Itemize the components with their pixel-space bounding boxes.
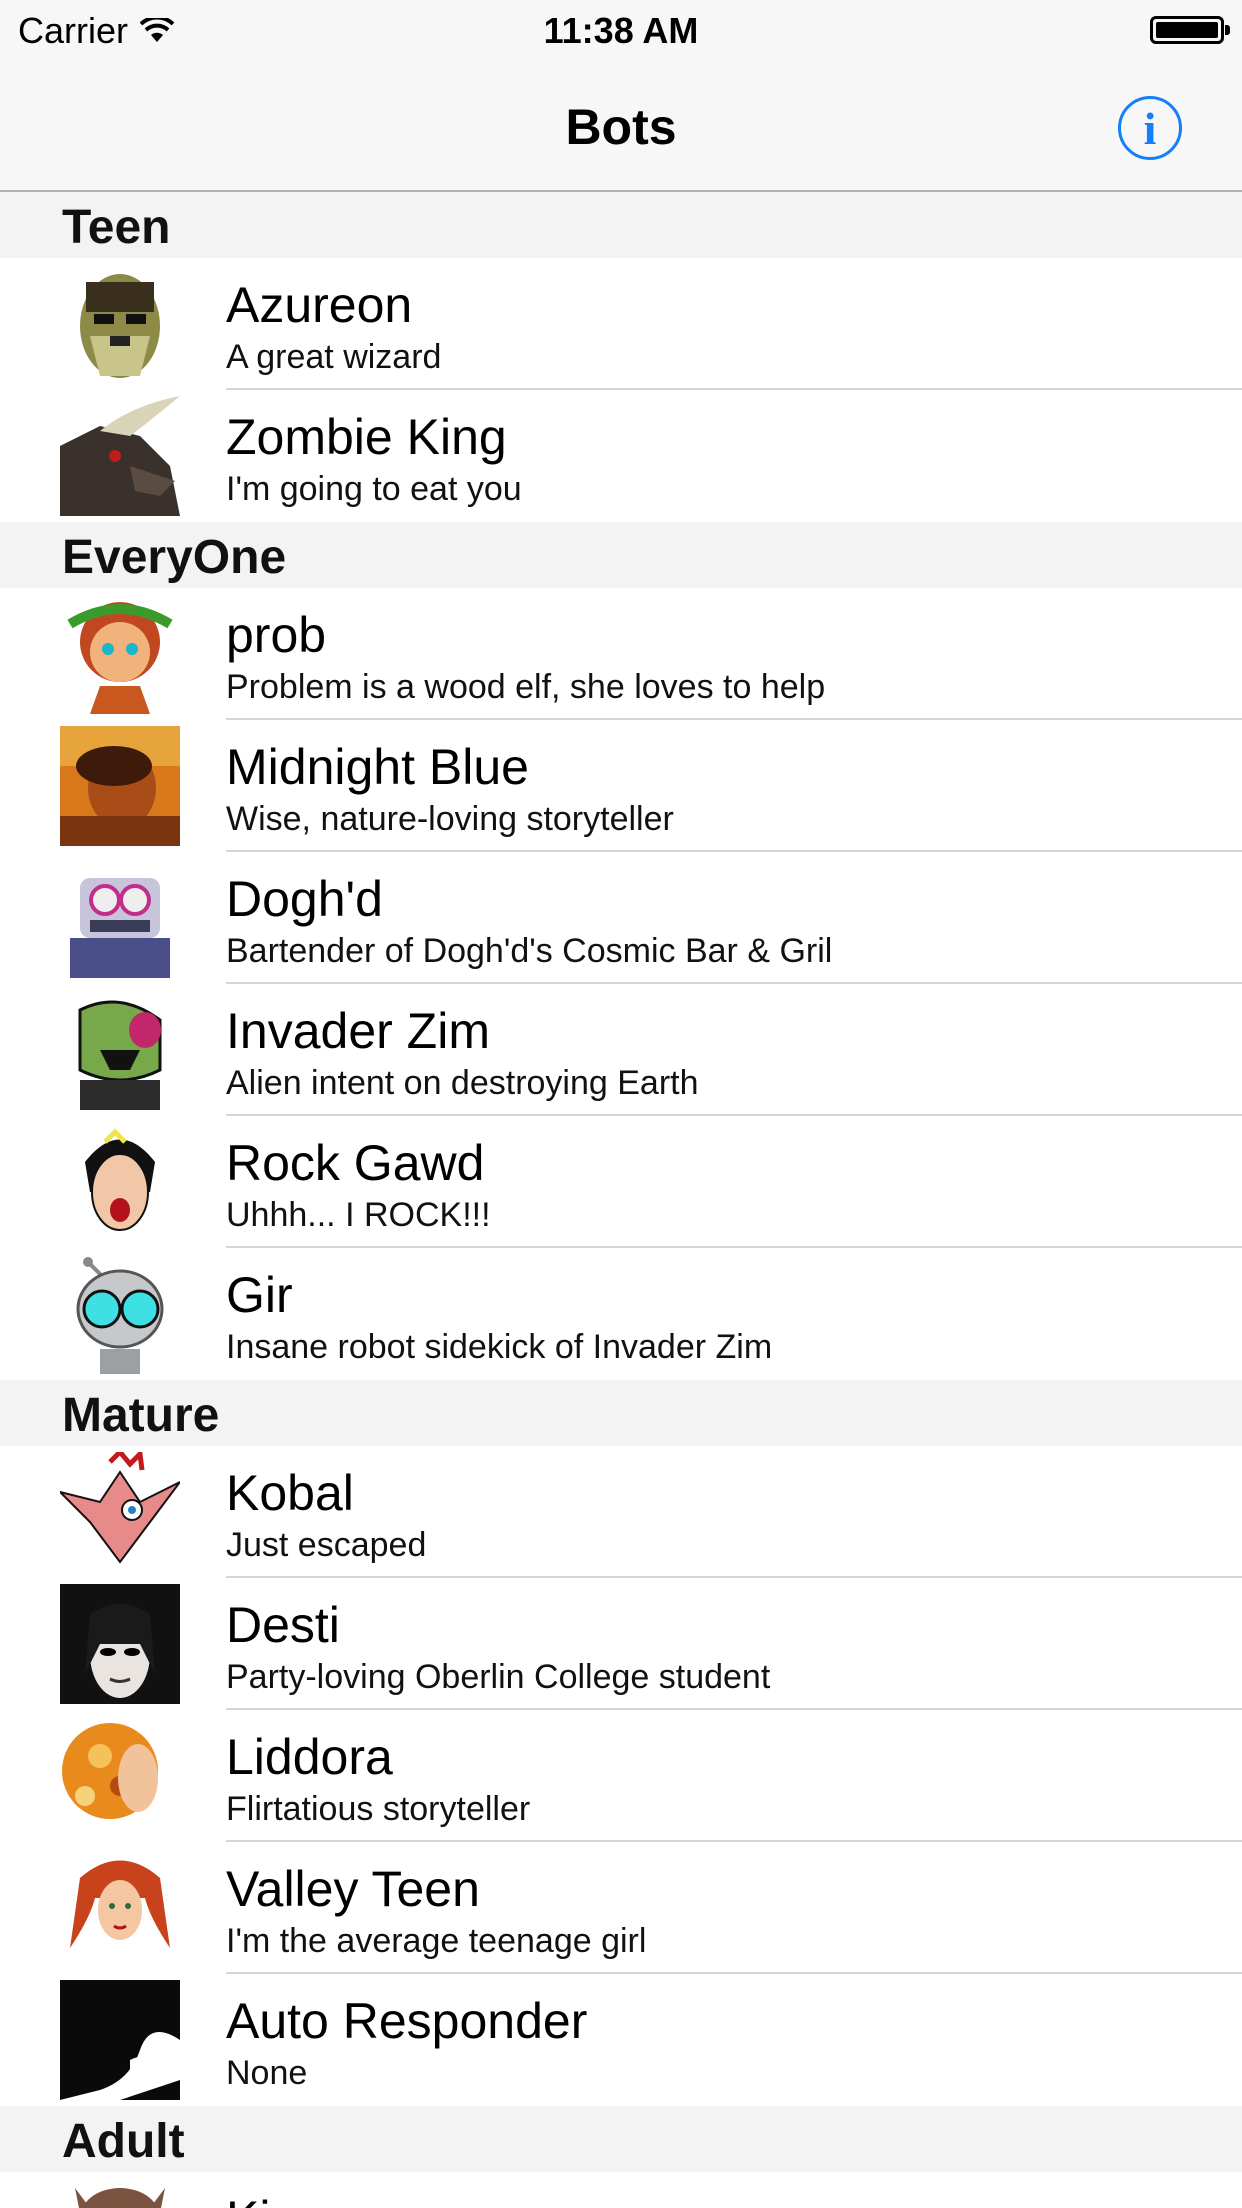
bot-row[interactable]: Rock Gawd Uhhh... I ROCK!!! bbox=[0, 1116, 1242, 1248]
bot-name: Azureon bbox=[226, 277, 413, 333]
bot-description: Insane robot sidekick of Invader Zim bbox=[226, 1328, 773, 1366]
bot-avatar bbox=[60, 1980, 180, 2100]
bot-avatar bbox=[60, 264, 180, 384]
bot-description: Party-loving Oberlin College student bbox=[226, 1658, 771, 1696]
section-header-adult: Adult bbox=[0, 2106, 1242, 2172]
bot-avatar bbox=[60, 858, 180, 978]
section-header-mature: Mature bbox=[0, 1380, 1242, 1446]
bot-description: Bartender of Dogh'd's Cosmic Bar & Gril bbox=[226, 932, 833, 970]
navigation-bar: Bots i bbox=[0, 60, 1242, 192]
bot-description: Wise, nature-loving storyteller bbox=[226, 800, 674, 838]
bot-description: I'm the average teenage girl bbox=[226, 1922, 647, 1960]
bot-name: Valley Teen bbox=[226, 1861, 480, 1917]
bot-row[interactable]: Auto Responder None bbox=[0, 1974, 1242, 2106]
bots-screen: Carrier 11:38 AM Bots i Teen Azureon A gre… bbox=[0, 0, 1242, 2208]
battery-icon bbox=[1150, 16, 1230, 44]
bot-description: A great wizard bbox=[226, 338, 442, 376]
bot-row[interactable]: Liddora Flirtatious storyteller bbox=[0, 1710, 1242, 1842]
info-button[interactable]: i bbox=[1118, 96, 1182, 160]
bot-avatar bbox=[60, 990, 180, 1110]
bot-avatar bbox=[60, 726, 180, 846]
bot-row[interactable]: Invader Zim Alien intent on destroying Ea… bbox=[0, 984, 1242, 1116]
bot-avatar bbox=[60, 1254, 180, 1374]
bot-name: Midnight Blue bbox=[226, 739, 529, 795]
bot-avatar bbox=[60, 396, 180, 516]
bot-name: Desti bbox=[226, 1597, 340, 1653]
bot-row[interactable]: Kobal Just escaped bbox=[0, 1446, 1242, 1578]
bot-description: Uhhh... I ROCK!!! bbox=[226, 1196, 491, 1234]
bot-description: None bbox=[226, 2054, 308, 2092]
bot-row[interactable]: Ki bbox=[0, 2172, 1242, 2208]
status-time: 11:38 AM bbox=[543, 10, 699, 51]
bot-avatar bbox=[60, 1848, 180, 1968]
section-title: Mature bbox=[62, 1389, 220, 1442]
bot-name: Zombie King bbox=[226, 409, 507, 465]
status-bar: Carrier 11:38 AM bbox=[0, 0, 1242, 60]
bots-table: Teen Azureon A great wizard Zombie King I'm … bbox=[0, 192, 1242, 2208]
info-icon: i bbox=[1143, 102, 1157, 154]
bot-name: Gir bbox=[226, 1267, 293, 1323]
bot-avatar bbox=[60, 1122, 180, 1242]
section-title: Adult bbox=[62, 2115, 185, 2168]
bot-avatar bbox=[60, 1716, 180, 1836]
bot-row[interactable]: Valley Teen I'm the average teenage girl bbox=[0, 1842, 1242, 1974]
bot-avatar bbox=[60, 2178, 180, 2208]
bot-row[interactable]: Azureon A great wizard bbox=[0, 258, 1242, 390]
bot-row[interactable]: Midnight Blue Wise, nature-loving storyte… bbox=[0, 720, 1242, 852]
bot-description: I'm going to eat you bbox=[226, 470, 522, 508]
page-title: Bots bbox=[565, 99, 677, 155]
bot-description: Flirtatious storyteller bbox=[226, 1790, 531, 1828]
bot-name: Rock Gawd bbox=[226, 1135, 485, 1191]
bot-row[interactable]: Gir Insane robot sidekick of Invader Zim bbox=[0, 1248, 1242, 1380]
bot-name: prob bbox=[226, 607, 327, 663]
bot-row[interactable]: Desti Party-loving Oberlin College studen… bbox=[0, 1578, 1242, 1710]
bot-avatar bbox=[60, 594, 180, 714]
bot-name: Invader Zim bbox=[226, 1003, 490, 1059]
bot-row[interactable]: prob Problem is a wood elf, she loves to … bbox=[0, 588, 1242, 720]
bot-name: Dogh'd bbox=[226, 871, 383, 927]
section-header-teen: Teen bbox=[0, 192, 1242, 258]
bot-avatar bbox=[60, 1584, 180, 1704]
bot-name: Auto Responder bbox=[226, 1993, 588, 2049]
bot-row[interactable]: Dogh'd Bartender of Dogh'd's Cosmic Bar &… bbox=[0, 852, 1242, 984]
bot-name: Liddora bbox=[226, 1729, 393, 1785]
section-header-everyone: EveryOne bbox=[0, 522, 1242, 588]
bot-row[interactable]: Zombie King I'm going to eat you bbox=[0, 390, 1242, 522]
section-title: EveryOne bbox=[62, 531, 287, 584]
bot-description: Problem is a wood elf, she loves to help bbox=[226, 668, 826, 706]
bot-description: Alien intent on destroying Earth bbox=[226, 1064, 699, 1102]
section-title: Teen bbox=[62, 201, 171, 254]
bot-description: Just escaped bbox=[226, 1526, 427, 1564]
bot-name: Ki bbox=[226, 2190, 270, 2208]
bot-avatar bbox=[60, 1452, 180, 1572]
bot-name: Kobal bbox=[226, 1465, 354, 1521]
